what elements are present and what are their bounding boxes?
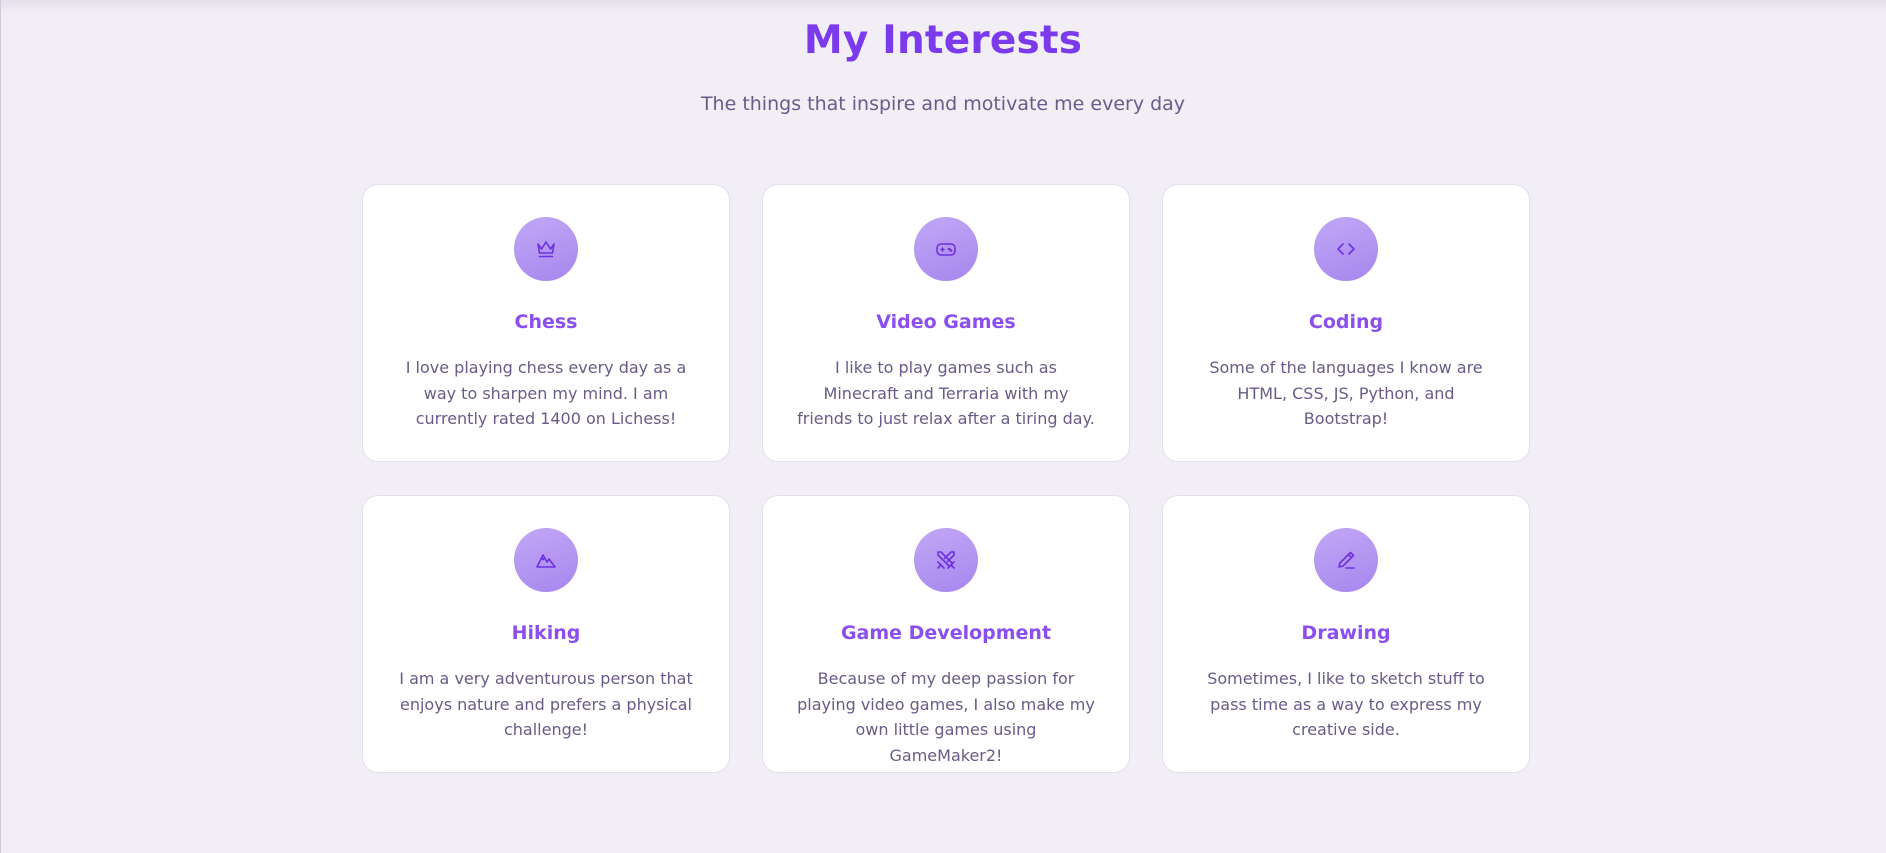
mountain-icon <box>514 528 578 592</box>
interest-card-hiking: Hiking I am a very adventurous person th… <box>362 495 730 773</box>
interests-section: My Interests The things that inspire and… <box>0 0 1886 853</box>
card-description: I love playing chess every day as a way … <box>405 358 687 428</box>
card-title: Game Development <box>840 622 1052 644</box>
crown-icon <box>514 217 578 281</box>
card-description: I am a very adventurous person that enjo… <box>399 669 693 739</box>
card-description: I like to play games such as Minecraft a… <box>797 358 1095 428</box>
card-description: Because of my deep passion for playing v… <box>797 669 1095 765</box>
card-title: Drawing <box>1301 622 1391 644</box>
interest-card-chess: Chess I love playing chess every day as … <box>362 184 730 462</box>
interest-card-game-development: Game Development Because of my deep pass… <box>762 495 1130 773</box>
crossed-swords-icon <box>914 528 978 592</box>
interest-card-video-games: Video Games I like to play games such as… <box>762 184 1130 462</box>
interests-grid: Chess I love playing chess every day as … <box>362 184 1530 773</box>
card-title: Video Games <box>876 311 1016 333</box>
page-subtitle: The things that inspire and motivate me … <box>700 93 1186 115</box>
card-title: Coding <box>1308 311 1384 333</box>
interest-card-coding: Coding Some of the languages I know are … <box>1162 184 1530 462</box>
card-description: Sometimes, I like to sketch stuff to pas… <box>1207 669 1485 739</box>
page-title: My Interests <box>803 18 1083 63</box>
code-icon <box>1314 217 1378 281</box>
card-title: Chess <box>514 311 578 333</box>
gamepad-icon <box>914 217 978 281</box>
pencil-icon <box>1314 528 1378 592</box>
interest-card-drawing: Drawing Sometimes, I like to sketch stuf… <box>1162 495 1530 773</box>
card-description: Some of the languages I know are HTML, C… <box>1209 358 1483 428</box>
card-title: Hiking <box>511 622 581 644</box>
